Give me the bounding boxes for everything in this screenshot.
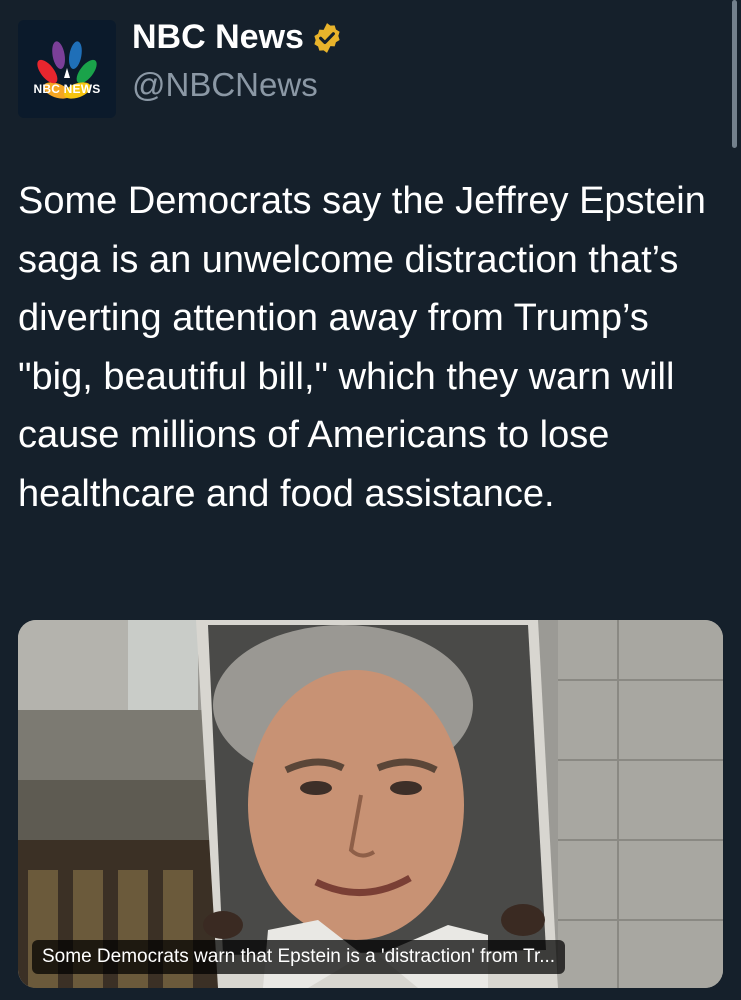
peacock-logo-icon (37, 41, 97, 99)
avatar[interactable]: NBC NEWS (18, 20, 116, 118)
display-name[interactable]: NBC News (132, 18, 304, 57)
account-name-row[interactable]: NBC News (132, 18, 344, 57)
protest-sign-photo (18, 620, 723, 988)
tweet-media-image[interactable]: Some Democrats warn that Epstein is a 'd… (18, 620, 723, 988)
media-caption: Some Democrats warn that Epstein is a 'd… (32, 940, 566, 974)
scrollbar[interactable] (732, 0, 737, 148)
account-handle[interactable]: @NBCNews (132, 66, 318, 104)
verified-badge-icon[interactable] (310, 21, 344, 55)
tweet-text: Some Democrats say the Jeffrey Epstein s… (18, 180, 706, 515)
avatar-logo-text: NBC NEWS (33, 82, 101, 96)
